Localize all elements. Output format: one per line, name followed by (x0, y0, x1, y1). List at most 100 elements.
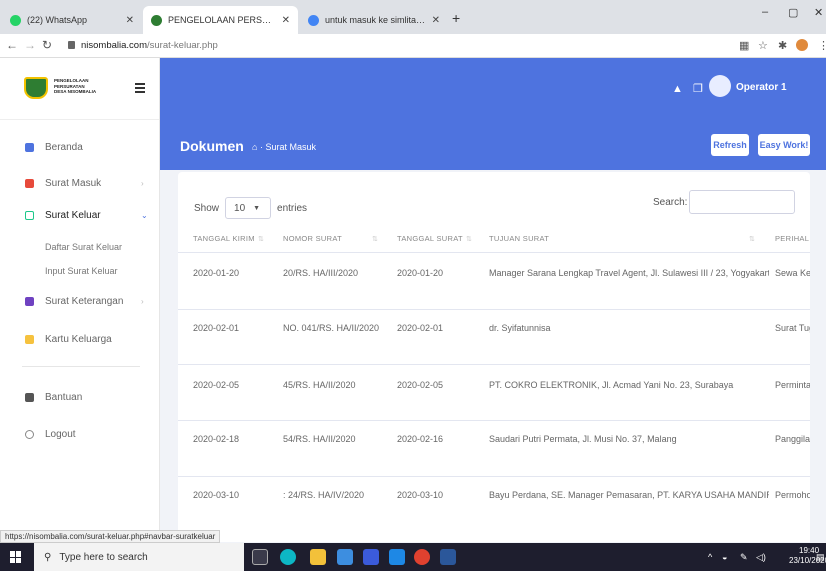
brand-line: DESA NISOMBALIA (54, 89, 97, 94)
extensions-icon[interactable]: ✱ (778, 39, 787, 52)
pen-icon[interactable]: ✎ (740, 552, 748, 563)
sidebar-item-bantuan[interactable]: Bantuan (0, 387, 160, 407)
search-label: Search: (653, 197, 688, 208)
bell-icon[interactable]: ▲ (672, 83, 683, 95)
cell-nomor-surat: NO. 041/RS. HA/II/2020 (283, 323, 380, 333)
easy-work-button[interactable]: Easy Work! (758, 134, 810, 156)
sidebar-item-logout[interactable]: Logout (0, 424, 160, 444)
sidebar-item-surat-masuk[interactable]: Surat Masuk › (0, 173, 160, 193)
app-icon[interactable] (363, 549, 379, 565)
column-header-perihal[interactable]: PERIHAL (775, 234, 809, 243)
taskbar-search-placeholder: Type here to search (59, 551, 148, 563)
lock-icon (68, 41, 75, 49)
tray-chevron-up-icon[interactable]: ^ (708, 552, 712, 562)
document-icon (25, 296, 34, 306)
address-bar: ← → ↻ nisombalia.com/surat-keluar.php ▦ … (0, 34, 826, 58)
sidebar-item-kartu-keluarga[interactable]: Kartu Keluarga (0, 329, 160, 349)
sidebar-subitem-input-surat-keluar[interactable]: Input Surat Keluar (45, 266, 118, 276)
column-header-tanggal-kirim[interactable]: TANGGAL KIRIM (193, 234, 255, 243)
restore-button[interactable]: ▢ (788, 6, 798, 19)
show-label: Show (194, 202, 220, 214)
notifications-icon[interactable]: ▤ (816, 552, 825, 563)
close-tab-icon[interactable]: ✕ (126, 15, 134, 26)
breadcrumb: ⌂ · Surat Masuk (252, 142, 316, 152)
column-header-nomor-surat[interactable]: NOMOR SURAT (283, 234, 342, 243)
volume-icon[interactable]: ◁) (756, 552, 766, 563)
taskbar-search-input[interactable]: ⚲ Type here to search (34, 543, 244, 571)
network-icon[interactable]: ◒ (722, 552, 727, 562)
cell-tanggal-surat: 2020-02-01 (397, 323, 444, 333)
browser-tab-google[interactable]: untuk masuk ke simlitabmas pen ✕ (300, 6, 448, 34)
refresh-button[interactable]: Refresh (711, 134, 749, 156)
cell-tanggal-kirim: 2020-02-01 (193, 323, 240, 333)
reload-icon[interactable]: ↻ (42, 38, 52, 52)
forward-icon[interactable]: → (24, 38, 36, 52)
breadcrumb-item[interactable]: Surat Masuk (265, 142, 316, 152)
card-icon (25, 334, 34, 344)
sort-icon[interactable]: ⇅ (372, 235, 378, 243)
cell-tanggal-surat: 2020-01-20 (397, 268, 444, 278)
sort-icon[interactable]: ⇅ (466, 235, 472, 243)
file-explorer-icon[interactable] (310, 549, 326, 565)
cell-perihal: Permintaa (775, 380, 810, 390)
close-window-button[interactable]: ✕ (814, 6, 823, 19)
search-input[interactable] (689, 190, 795, 214)
sort-icon[interactable]: ⇅ (749, 235, 755, 243)
cell-tujuan-surat: Manager Sarana Lengkap Travel Agent, Jl.… (489, 268, 769, 278)
tab-label: PENGELOLAAN PERSURATAN DE (168, 15, 276, 25)
back-icon[interactable]: ← (6, 38, 18, 52)
mail-icon[interactable] (389, 549, 405, 565)
sidebar-subitem-daftar-surat-keluar[interactable]: Daftar Surat Keluar (45, 242, 122, 252)
cell-tujuan-surat: Saudari Putri Permata, Jl. Musi No. 37, … (489, 434, 677, 444)
entries-label: entries (277, 202, 308, 214)
windows-start-icon[interactable] (10, 551, 22, 563)
copy-icon[interactable]: ❐ (693, 82, 703, 95)
translate-icon[interactable]: ▦ (739, 39, 749, 52)
sort-icon[interactable]: ⇅ (258, 235, 264, 243)
home-icon[interactable]: ⌂ (252, 142, 257, 152)
tab-label: untuk masuk ke simlitabmas pen (325, 15, 426, 25)
minimize-button[interactable]: – (762, 6, 768, 18)
chevron-down-icon: ⌄ (141, 210, 148, 220)
search-icon: ⚲ (44, 551, 52, 563)
new-tab-button[interactable]: + (452, 10, 460, 26)
brand-text: PENGELOLAAN PERSURATAN DESA NISOMBALIA (54, 78, 114, 95)
task-view-icon[interactable] (252, 549, 268, 565)
hamburger-menu-icon[interactable] (135, 83, 145, 95)
close-tab-icon[interactable]: ✕ (282, 15, 290, 26)
user-name[interactable]: Operator 1 (736, 82, 787, 93)
browser-tab-pengelolaan[interactable]: PENGELOLAAN PERSURATAN DE ✕ (143, 6, 298, 34)
cell-perihal: Permohon (775, 490, 810, 500)
chevron-right-icon: › (141, 178, 144, 188)
chrome-icon[interactable] (414, 549, 430, 565)
close-tab-icon[interactable]: ✕ (432, 15, 440, 26)
tab-label: (22) WhatsApp (27, 15, 88, 25)
url-field[interactable]: nisombalia.com/surat-keluar.php (68, 40, 218, 51)
power-icon (25, 429, 34, 439)
column-header-tanggal-surat[interactable]: TANGGAL SURAT (397, 234, 463, 243)
store-icon[interactable] (337, 549, 353, 565)
avatar[interactable] (709, 75, 731, 97)
sidebar-item-beranda[interactable]: Beranda (0, 137, 160, 157)
word-icon[interactable] (440, 549, 456, 565)
cell-nomor-surat: : 24/RS. HA/IV/2020 (283, 490, 365, 500)
inbox-icon (25, 178, 34, 188)
cell-tanggal-surat: 2020-02-16 (397, 434, 444, 444)
edge-icon[interactable] (280, 549, 296, 565)
sidebar-item-surat-keterangan[interactable]: Surat Keterangan › (0, 291, 160, 311)
cell-tanggal-surat: 2020-02-05 (397, 380, 444, 390)
cell-tanggal-kirim: 2020-01-20 (193, 268, 240, 278)
browser-menu-icon[interactable]: ⋮ (818, 39, 826, 52)
cell-tanggal-kirim: 2020-02-05 (193, 380, 240, 390)
profile-avatar-icon[interactable] (796, 39, 808, 51)
cell-nomor-surat: 20/RS. HA/III/2020 (283, 268, 359, 278)
page-size-select[interactable]: 10 ▼ (225, 197, 272, 219)
village-logo-icon (24, 77, 48, 99)
bookmark-star-icon[interactable]: ☆ (758, 39, 768, 52)
sidebar-item-surat-keluar[interactable]: Surat Keluar ⌄ (0, 205, 160, 225)
cell-nomor-surat: 54/RS. HA/II/2020 (283, 434, 356, 444)
column-header-tujuan-surat[interactable]: TUJUAN SURAT (489, 234, 549, 243)
help-icon (25, 392, 34, 402)
brand[interactable]: PENGELOLAAN PERSURATAN DESA NISOMBALIA (0, 58, 159, 120)
browser-tab-whatsapp[interactable]: (22) WhatsApp ✕ (2, 6, 142, 34)
